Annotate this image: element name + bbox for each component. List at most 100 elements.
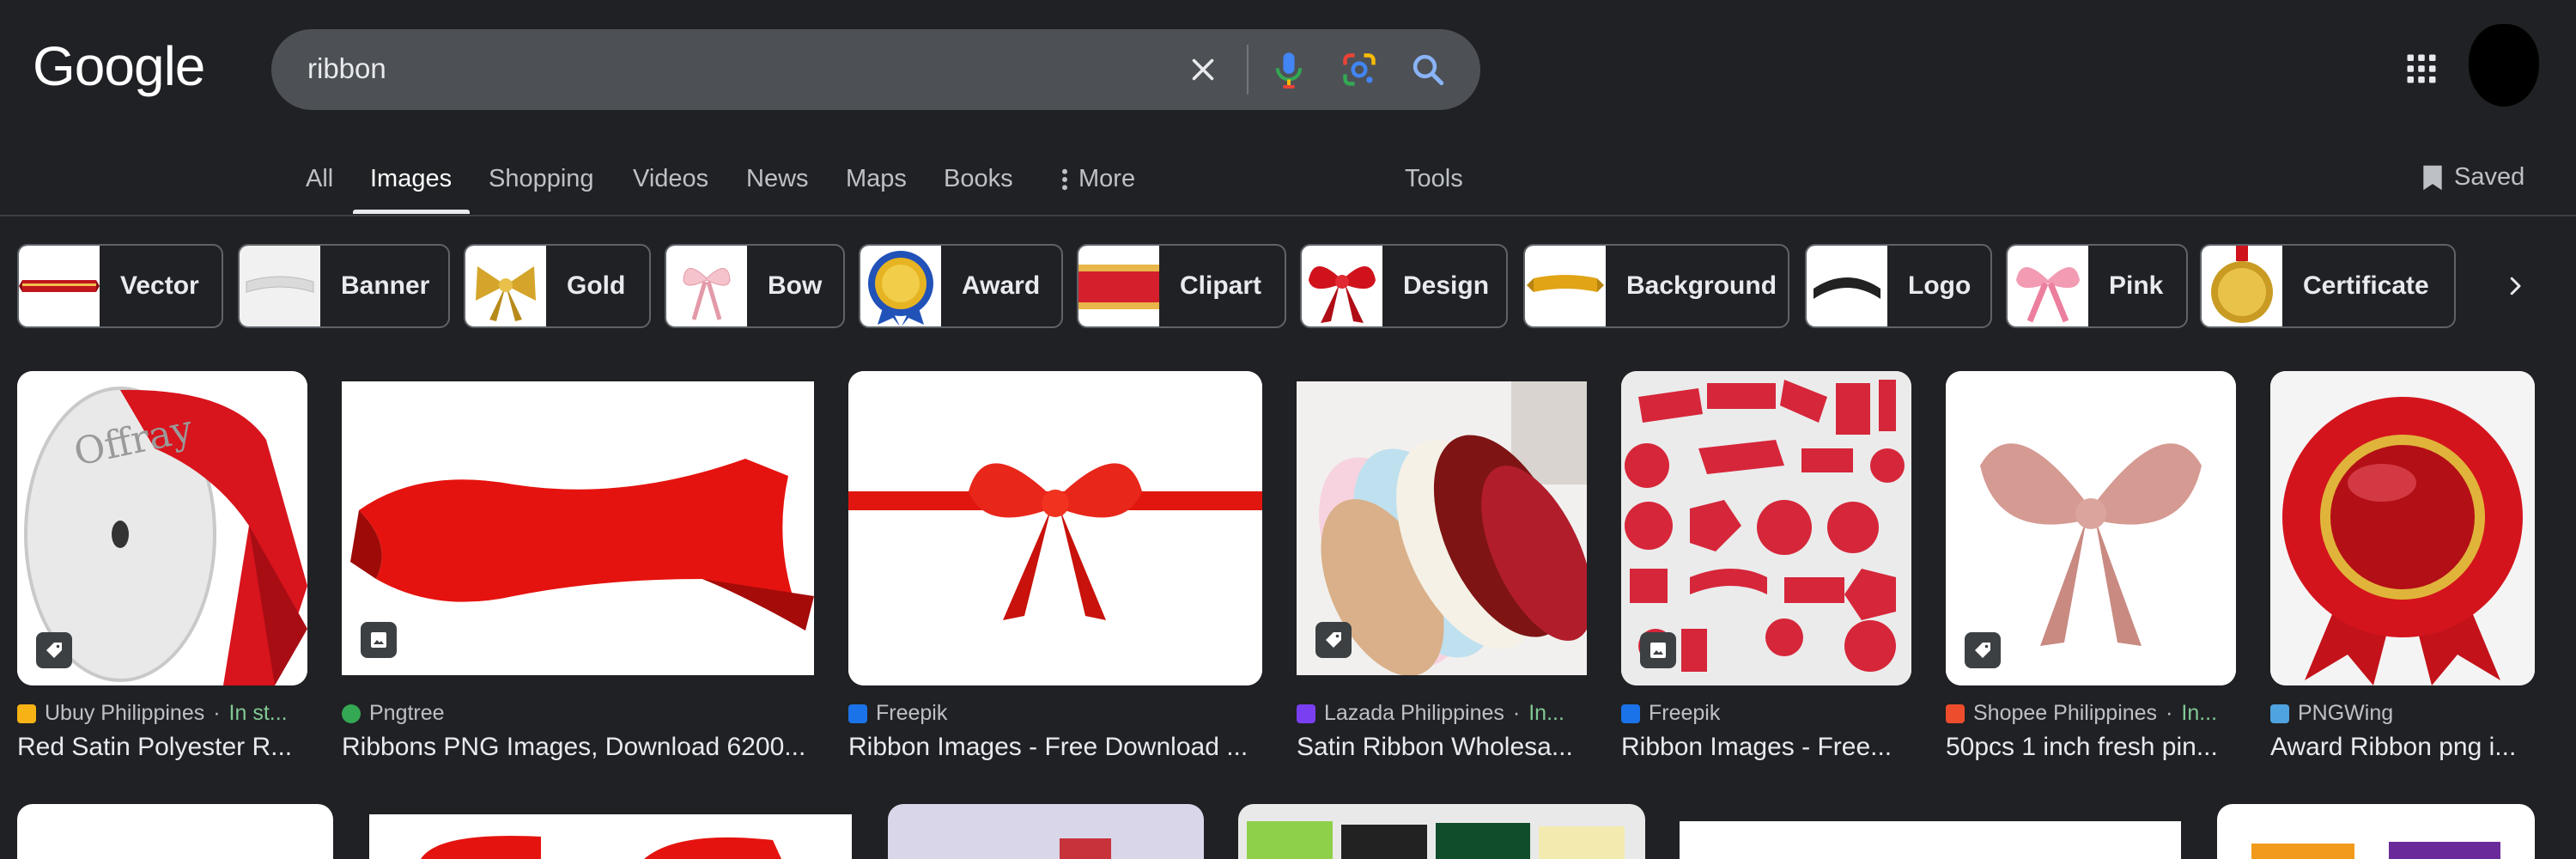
- chip-pink[interactable]: Pink: [2006, 244, 2188, 328]
- pngtree-favicon: [342, 704, 361, 723]
- chip-label: Background: [1626, 271, 1777, 300]
- result-image-partial[interactable]: [1238, 804, 1645, 859]
- result-source[interactable]: Freepik: [1621, 701, 1911, 726]
- result-source[interactable]: Freepik: [848, 701, 1262, 726]
- tab-all[interactable]: All: [306, 165, 333, 193]
- source-name: Pngtree: [369, 701, 445, 725]
- chip-label: Certificate: [2303, 271, 2429, 300]
- result-image[interactable]: [1621, 371, 1911, 685]
- result-title[interactable]: Ribbon Images - Free Download ...: [848, 733, 1262, 762]
- stock-status: In st...: [228, 701, 288, 725]
- clear-search-icon[interactable]: [1182, 48, 1224, 91]
- chip-background[interactable]: Background: [1523, 244, 1789, 328]
- result-source[interactable]: Ubuy Philippines · In st...: [17, 701, 307, 726]
- result-title[interactable]: Award Ribbon png i...: [2270, 733, 2535, 762]
- chip-certificate[interactable]: Certificate: [2200, 244, 2456, 328]
- result-image-partial[interactable]: [1680, 821, 2181, 859]
- tab-books[interactable]: Books: [944, 165, 1013, 193]
- header-divider: [0, 215, 2576, 216]
- result-card[interactable]: Freepik Ribbon Images - Free Download ..…: [848, 371, 1262, 762]
- account-avatar[interactable]: [2469, 24, 2539, 107]
- result-source[interactable]: Pngtree: [342, 701, 814, 726]
- chip-label: Bow: [768, 271, 823, 300]
- result-title[interactable]: 50pcs 1 inch fresh pin...: [1946, 733, 2236, 762]
- chip-logo[interactable]: Logo: [1805, 244, 1992, 328]
- search-divider: [1247, 45, 1249, 94]
- result-image-partial[interactable]: [17, 804, 333, 859]
- search-input[interactable]: [307, 52, 1080, 85]
- image-icon: [1650, 643, 1666, 658]
- product-badge: [1965, 632, 2001, 668]
- chip-label: Award: [962, 271, 1041, 300]
- google-lens-icon[interactable]: [1338, 48, 1381, 91]
- dot-separator: ·: [2166, 701, 2173, 725]
- chip-bow[interactable]: Bow: [665, 244, 845, 328]
- google-logo[interactable]: Google: [33, 34, 205, 98]
- result-source[interactable]: PNGWing: [2270, 701, 2535, 726]
- result-image-partial[interactable]: [369, 814, 852, 859]
- result-image[interactable]: [342, 381, 814, 675]
- freepik-favicon: [848, 704, 867, 723]
- chip-label: Clipart: [1180, 271, 1262, 300]
- chip-label: Gold: [567, 271, 626, 300]
- chip-label: Logo: [1908, 271, 1971, 300]
- result-title[interactable]: Satin Ribbon Wholesa...: [1297, 733, 1587, 762]
- result-title[interactable]: Ribbon Images - Free...: [1621, 733, 1911, 762]
- chips-next-button[interactable]: [2473, 244, 2557, 328]
- result-card[interactable]: Offray Ubuy Philippines · In st... Red S…: [17, 371, 307, 762]
- result-image-partial[interactable]: [2217, 804, 2535, 859]
- result-card[interactable]: Pngtree Ribbons PNG Images, Download 620…: [342, 381, 814, 762]
- result-card[interactable]: PNGWing Award Ribbon png i...: [2270, 371, 2535, 762]
- microphone-icon[interactable]: [1267, 48, 1310, 91]
- result-image[interactable]: [2270, 371, 2535, 685]
- chip-banner[interactable]: Banner: [238, 244, 450, 328]
- product-badge: [36, 632, 72, 668]
- search-icon[interactable]: [1406, 48, 1449, 91]
- chip-background-thumbnail: [1525, 246, 1606, 326]
- result-title[interactable]: Ribbons PNG Images, Download 6200...: [342, 733, 814, 762]
- saved-button[interactable]: Saved: [2421, 163, 2524, 192]
- result-card[interactable]: Lazada Philippines · In... Satin Ribbon …: [1297, 381, 1587, 762]
- result-image[interactable]: [848, 371, 1262, 685]
- saved-label: Saved: [2454, 163, 2525, 191]
- tools-button[interactable]: Tools: [1405, 165, 1463, 193]
- google-apps-icon[interactable]: [2406, 53, 2437, 84]
- shopee-favicon: [1946, 704, 1965, 723]
- source-name: Shopee Philippines: [1973, 701, 2158, 725]
- ubuy-favicon: [17, 704, 36, 723]
- result-source[interactable]: Lazada Philippines · In...: [1297, 701, 1587, 726]
- chip-design-thumbnail: [1302, 246, 1382, 326]
- freepik-favicon: [1621, 704, 1640, 723]
- more-vert-icon: [1062, 168, 1067, 190]
- chip-label: Banner: [341, 271, 430, 300]
- chip-clipart[interactable]: Clipart: [1077, 244, 1286, 328]
- result-card[interactable]: Freepik Ribbon Images - Free...: [1621, 371, 1911, 762]
- image-icon: [371, 632, 386, 648]
- chip-design[interactable]: Design: [1300, 244, 1508, 328]
- tab-images[interactable]: Images: [370, 165, 452, 193]
- chip-award[interactable]: Award: [859, 244, 1063, 328]
- source-name: Freepik: [876, 701, 948, 725]
- tab-more[interactable]: More: [1061, 165, 1135, 193]
- chip-certificate-thumbnail: [2202, 246, 2282, 326]
- result-image[interactable]: [1946, 371, 2236, 685]
- tab-shopping[interactable]: Shopping: [489, 165, 594, 193]
- result-title[interactable]: Red Satin Polyester R...: [17, 733, 307, 762]
- chip-gold[interactable]: Gold: [464, 244, 651, 328]
- source-name: Ubuy Philippines: [45, 701, 205, 725]
- tab-videos[interactable]: Videos: [633, 165, 708, 193]
- result-source[interactable]: Shopee Philippines · In...: [1946, 701, 2236, 726]
- tab-maps[interactable]: Maps: [846, 165, 907, 193]
- chip-gold-thumbnail: [465, 246, 546, 326]
- stock-status: In...: [1528, 701, 1564, 725]
- chip-vector[interactable]: Vector: [17, 244, 223, 328]
- tab-more-label: More: [1078, 165, 1136, 192]
- result-image-partial[interactable]: [888, 804, 1204, 859]
- chip-label: Pink: [2109, 271, 2164, 300]
- result-image[interactable]: [1297, 381, 1587, 675]
- search-bar[interactable]: [271, 29, 1480, 110]
- tab-news[interactable]: News: [746, 165, 809, 193]
- result-card[interactable]: Shopee Philippines · In... 50pcs 1 inch …: [1946, 371, 2236, 762]
- result-image[interactable]: Offray: [17, 371, 307, 685]
- chip-pink-thumbnail: [2008, 246, 2088, 326]
